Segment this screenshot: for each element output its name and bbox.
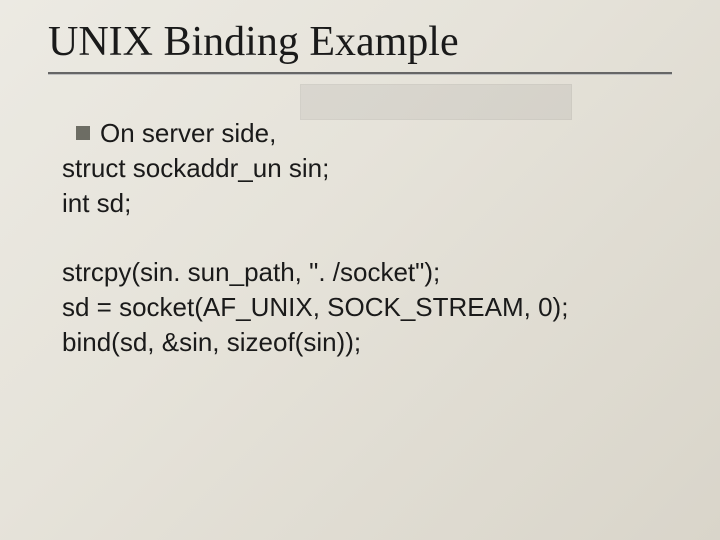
title-area: UNIX Binding Example — [48, 18, 672, 75]
bullet-line: On server side, — [76, 116, 680, 151]
slide-body: On server side, struct sockaddr_un sin; … — [62, 116, 680, 361]
code-line-2: int sd; — [62, 186, 680, 221]
square-bullet-icon — [76, 126, 90, 140]
code-line-5: bind(sd, &sin, sizeof(sin)); — [62, 325, 680, 360]
slide: UNIX Binding Example On server side, str… — [0, 0, 720, 540]
bullet-text: On server side, — [100, 116, 276, 151]
blank-line — [62, 221, 680, 255]
code-line-4: sd = socket(AF_UNIX, SOCK_STREAM, 0); — [62, 290, 680, 325]
title-shadow-decoration — [300, 84, 572, 120]
title-underline — [48, 72, 672, 75]
code-line-3: strcpy(sin. sun_path, ". /socket"); — [62, 255, 680, 290]
slide-title: UNIX Binding Example — [48, 18, 672, 66]
code-line-1: struct sockaddr_un sin; — [62, 151, 680, 186]
